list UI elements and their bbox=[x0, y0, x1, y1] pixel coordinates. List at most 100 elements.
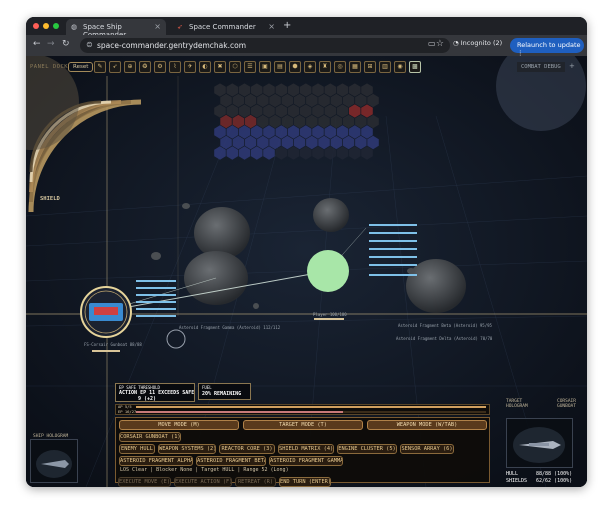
weapon-mode-button[interactable]: WEAPON MODE (W/TAB) bbox=[367, 420, 487, 430]
ep-label: EP 16/27 bbox=[118, 409, 137, 414]
target-asteroid-gamma[interactable]: ASTEROID FRAGMENT GAMMA bbox=[269, 456, 343, 466]
dock-tool-icon[interactable]: ⌇ bbox=[169, 61, 181, 73]
ship-hologram-title: SHIP HOLOGRAM bbox=[33, 434, 69, 439]
url-text: space-commander.gentrydemchak.com bbox=[97, 41, 247, 50]
ship-hologram-panel: SHIP HOLOGRAM bbox=[30, 434, 78, 483]
fuel-value: 20% REMAINING bbox=[202, 391, 242, 397]
back-arrow-icon[interactable]: ← bbox=[33, 39, 41, 49]
corsair-hp-bar bbox=[92, 350, 120, 352]
target-corsair-gunboat[interactable]: CORSAIR GUNBOAT (1) bbox=[119, 432, 181, 442]
dock-tool-icon[interactable]: ◈ bbox=[304, 61, 316, 73]
dock-tool-icon[interactable]: ➶ bbox=[109, 61, 121, 73]
dock-tool-icon[interactable]: ⊕ bbox=[124, 61, 136, 73]
epsilon-scene-label: Asteroid Fragment Beta (Asteroid) 95/95 bbox=[398, 323, 492, 328]
system-sensor-array[interactable]: SENSOR ARRAY (6) bbox=[400, 444, 454, 454]
asteroid-delta[interactable] bbox=[406, 259, 466, 313]
dock-tool-icon[interactable]: ❂ bbox=[139, 61, 151, 73]
system-shield-matrix[interactable]: SHIELD MATRIX (4) bbox=[278, 444, 334, 454]
asteroid-gamma[interactable] bbox=[313, 198, 349, 232]
new-tab-button[interactable]: + bbox=[283, 20, 291, 31]
dock-tool-icon[interactable]: ⊞ bbox=[364, 61, 376, 73]
execute-move-button[interactable]: EXECUTE MOVE (E) bbox=[118, 477, 171, 487]
corsair-scene-label: FS-Corsair Gunboat 88/88 bbox=[84, 342, 142, 347]
resource-bars: AP 5/5 EP 16/27 bbox=[115, 404, 490, 415]
command-panel: MOVE MODE (M) TARGET MODE (T) WEAPON MOD… bbox=[115, 417, 490, 483]
execute-action-button[interactable]: EXECUTE ACTION (F) bbox=[174, 477, 232, 487]
dock-tool-icon[interactable]: ☰ bbox=[244, 61, 256, 73]
shields-label: SHIELDS bbox=[506, 478, 528, 484]
target-name-line2: GUNBOAT bbox=[557, 404, 576, 409]
gamma-scene-label: Asteroid Fragment Gamma (Asteroid) 112/1… bbox=[179, 325, 281, 330]
target-hologram-view[interactable] bbox=[507, 419, 572, 467]
game-viewport[interactable]: PANEL DOCK Reset ✎ ➶ ⊕ ❂ ⚙ ⌇ ✈ ◐ ✖ ⬡ ☰ ▣ ▤ ⬢ ◈ ♜ ◎ ▦ ⊞ ▥ ◉ ▩ … bbox=[26, 56, 587, 487]
move-mode-button[interactable]: MOVE MODE (M) bbox=[119, 420, 239, 430]
ship-hologram-view[interactable] bbox=[31, 442, 77, 482]
reload-icon[interactable]: ↻ bbox=[62, 39, 70, 49]
dock-tool-icon[interactable]: ▥ bbox=[379, 61, 391, 73]
tab-space-commander[interactable]: ➶ Space Commander × bbox=[172, 19, 280, 35]
close-window-icon[interactable] bbox=[33, 23, 39, 29]
dock-tool-icon[interactable]: ▩ bbox=[409, 61, 421, 73]
hex-grid bbox=[214, 83, 379, 160]
site-info-icon[interactable]: ⊜ bbox=[86, 40, 93, 49]
retreat-button[interactable]: RETREAT (R) bbox=[235, 477, 276, 487]
target-hologram-title: TARGET HOLOGRAM bbox=[506, 399, 528, 409]
incognito-label: Incognito (2) bbox=[460, 39, 503, 47]
end-turn-button[interactable]: END TURN (ENTER) bbox=[279, 477, 331, 487]
system-reactor-core[interactable]: REACTOR CORE (3) bbox=[219, 444, 275, 454]
bookmark-star-icon[interactable]: ☆ bbox=[436, 39, 444, 49]
dock-tool-icon[interactable]: ▤ bbox=[274, 61, 286, 73]
system-weapon-systems[interactable]: WEAPON SYSTEMS (2) bbox=[158, 444, 216, 454]
reset-dock-button[interactable]: Reset bbox=[68, 62, 94, 72]
close-tab-icon[interactable]: × bbox=[268, 22, 275, 31]
cast-icon[interactable]: ▭ bbox=[428, 39, 436, 48]
hull-label: HULL bbox=[506, 471, 519, 477]
fuel-panel: FUEL 20% REMAINING bbox=[198, 383, 251, 400]
globe-icon: ◍ bbox=[71, 23, 78, 31]
delta-scene-label: Asteroid Fragment Delta (Asteroid) 70/70 bbox=[396, 336, 493, 341]
incognito-indicator[interactable]: ◔ Incognito (2) bbox=[453, 39, 502, 47]
address-bar[interactable]: ⊜ space-commander.gentrydemchak.com ☆ bbox=[80, 38, 450, 53]
ep-threshold-panel: EP SAFE THRESHOLD ACTION EP 11 EXCEEDS S… bbox=[115, 383, 195, 402]
dock-tool-icon[interactable]: ✎ bbox=[94, 61, 106, 73]
relaunch-button[interactable]: Relaunch to update ⋮ bbox=[510, 38, 584, 57]
system-engine-cluster[interactable]: ENGINE CLUSTER (5) bbox=[337, 444, 397, 454]
player-scene-label: Player 100/100 bbox=[313, 312, 347, 317]
browser-window: ◍ Space Ship Commander × ➶ Space Command… bbox=[26, 17, 587, 487]
target-asteroid-alpha[interactable]: ASTEROID FRAGMENT ALPHA bbox=[119, 456, 193, 466]
dock-tool-icon[interactable]: ⚙ bbox=[154, 61, 166, 73]
player-ship-marker[interactable] bbox=[307, 250, 349, 292]
target-mode-button[interactable]: TARGET MODE (T) bbox=[243, 420, 363, 430]
combat-debug-button[interactable]: COMBAT DEBUG bbox=[517, 62, 565, 72]
dock-tool-icon[interactable]: ◉ bbox=[394, 61, 406, 73]
relaunch-label: Relaunch to update bbox=[517, 41, 581, 49]
browser-toolbar: ← → ↻ ⊜ space-commander.gentrydemchak.co… bbox=[26, 35, 587, 57]
asteroid-alpha[interactable] bbox=[194, 207, 250, 259]
dock-tool-icon[interactable]: ⬡ bbox=[229, 61, 241, 73]
add-panel-button[interactable]: + bbox=[569, 62, 575, 70]
close-tab-icon[interactable]: × bbox=[154, 22, 161, 31]
dock-tool-icon[interactable]: ♜ bbox=[319, 61, 331, 73]
rocket-icon: ➶ bbox=[177, 23, 183, 31]
minimize-window-icon[interactable] bbox=[43, 23, 49, 29]
dock-tool-icon[interactable]: ▣ bbox=[259, 61, 271, 73]
dock-tool-icon[interactable]: ◐ bbox=[199, 61, 211, 73]
tab-strip: ◍ Space Ship Commander × ➶ Space Command… bbox=[26, 17, 587, 39]
dock-tool-icon[interactable]: ✖ bbox=[214, 61, 226, 73]
system-enemy-hull[interactable]: ENEMY HULL bbox=[119, 444, 155, 454]
ep-threshold-line2: 9 (+2) bbox=[138, 396, 157, 402]
incognito-icon: ◔ bbox=[453, 39, 461, 47]
dock-tool-icon[interactable]: ⬢ bbox=[289, 61, 301, 73]
dock-tool-icon[interactable]: ▦ bbox=[349, 61, 361, 73]
target-asteroid-beta[interactable]: ASTEROID FRAGMENT BETA bbox=[196, 456, 266, 466]
shield-ring-label: SHIELD bbox=[40, 196, 60, 202]
shields-value: 62/62 (100%) bbox=[536, 478, 573, 484]
tab-space-ship-commander[interactable]: ◍ Space Ship Commander × bbox=[66, 19, 166, 39]
ep-bar bbox=[136, 411, 486, 413]
dock-tool-icon[interactable]: ✈ bbox=[184, 61, 196, 73]
los-status-line: LOS Clear | Blocker None | Target HULL |… bbox=[120, 467, 289, 473]
maximize-window-icon[interactable] bbox=[53, 23, 59, 29]
panel-dock: PANEL DOCK Reset ✎ ➶ ⊕ ❂ ⚙ ⌇ ✈ ◐ ✖ ⬡ ☰ ▣ ▤ ⬢ ◈ ♜ ◎ ▦ ⊞ ▥ ◉ ▩ … bbox=[26, 60, 587, 76]
dock-tool-icon[interactable]: ◎ bbox=[334, 61, 346, 73]
forward-arrow-icon[interactable]: → bbox=[47, 39, 55, 49]
